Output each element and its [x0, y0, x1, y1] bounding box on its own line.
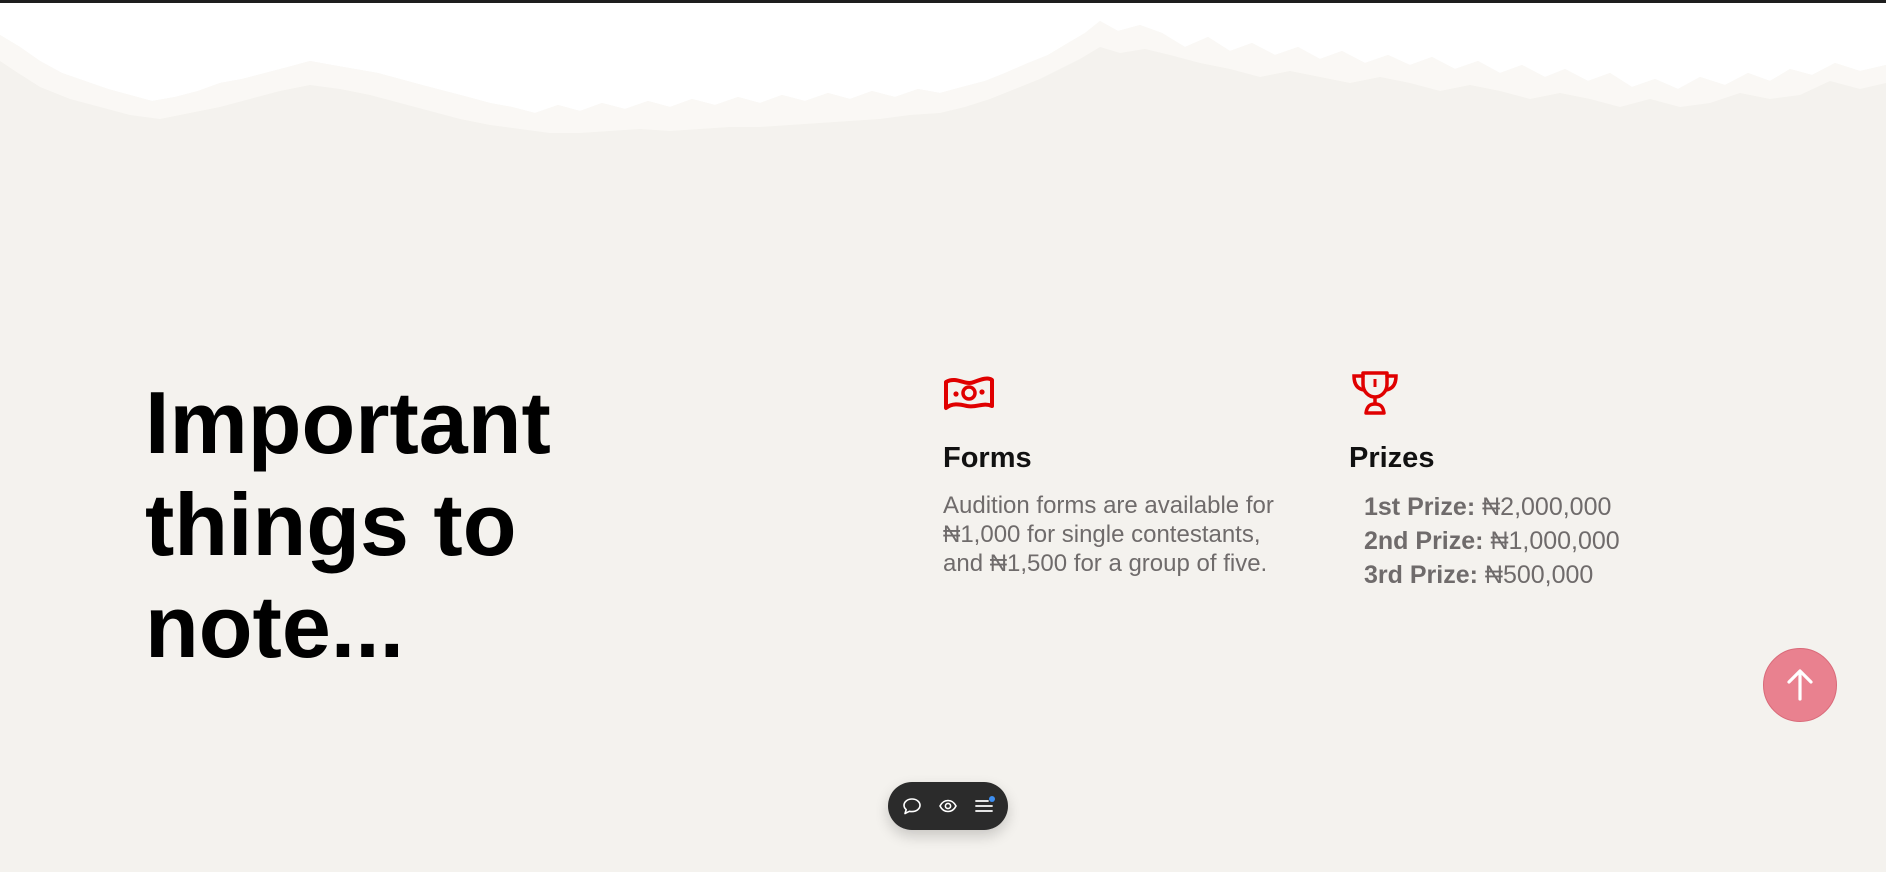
notification-dot	[989, 796, 995, 802]
money-bill-icon	[944, 376, 994, 410]
section-heading: Important things to note...	[145, 373, 551, 676]
comment-icon	[903, 798, 921, 815]
eye-icon	[939, 799, 957, 813]
prize-amount: ₦500,000	[1484, 561, 1594, 589]
floating-toolbar	[888, 782, 1008, 830]
prizes-title: Prizes	[1349, 442, 1435, 474]
prize-label: 3rd Prize:	[1364, 561, 1478, 589]
menu-button[interactable]	[973, 795, 995, 817]
prize-item: 3rd Prize: ₦500,000	[1364, 558, 1620, 592]
prize-amount: ₦2,000,000	[1482, 493, 1612, 521]
torn-paper-divider	[0, 3, 1886, 133]
trophy-icon	[1352, 371, 1398, 415]
prize-item: 2nd Prize: ₦1,000,000	[1364, 524, 1620, 558]
preview-button[interactable]	[937, 795, 959, 817]
forms-feature: Forms Audition forms are available for ₦…	[943, 370, 1303, 577]
arrow-up-icon	[1787, 669, 1813, 701]
page: Important things to note... Forms Auditi…	[0, 0, 1886, 872]
prize-list: 1st Prize: ₦2,000,000 2nd Prize: ₦1,000,…	[1364, 490, 1620, 592]
scroll-to-top-button[interactable]	[1763, 648, 1837, 722]
prize-item: 1st Prize: ₦2,000,000	[1364, 490, 1620, 524]
prize-label: 2nd Prize:	[1364, 527, 1484, 555]
prize-label: 1st Prize:	[1364, 493, 1476, 521]
forms-title: Forms	[943, 442, 1032, 474]
prizes-feature: Prizes 1st Prize: ₦2,000,000 2nd Prize: …	[1349, 370, 1709, 589]
forms-description: Audition forms are available for ₦1,000 …	[943, 492, 1274, 577]
comment-button[interactable]	[901, 795, 923, 817]
prize-amount: ₦1,000,000	[1490, 527, 1620, 555]
